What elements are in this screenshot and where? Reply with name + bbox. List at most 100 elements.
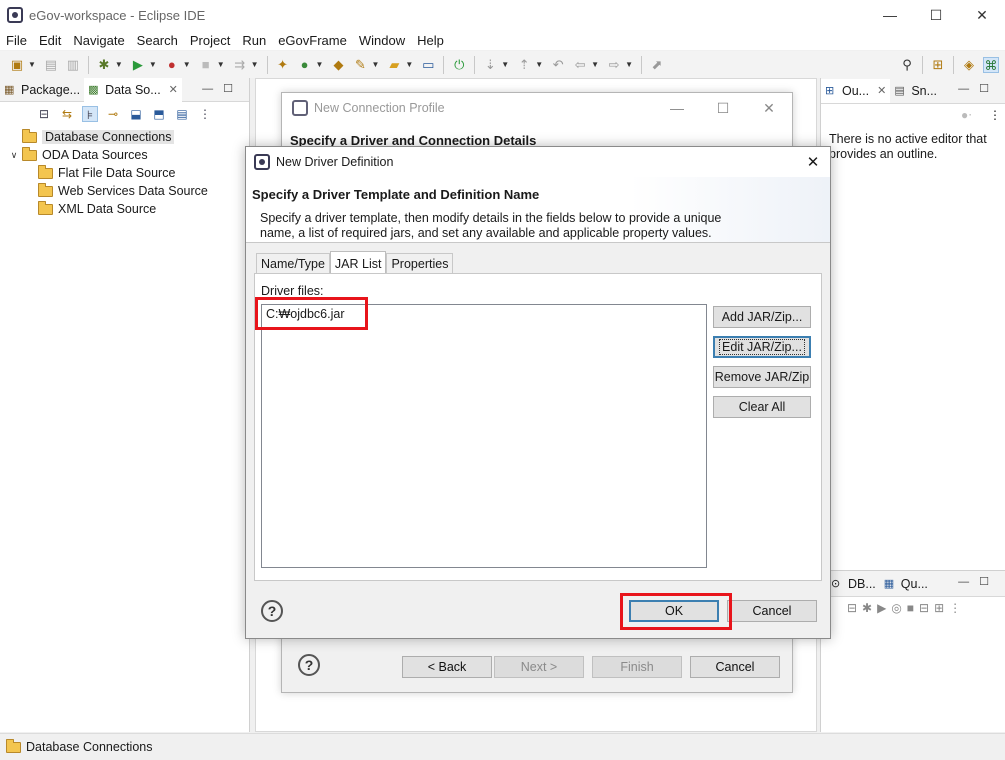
bg-close-button[interactable]: ✕	[746, 93, 792, 123]
java-perspective-icon[interactable]: ◈	[961, 57, 977, 73]
tab-query-label: Qu...	[900, 576, 928, 591]
new-connection-icon[interactable]: ▤	[174, 106, 190, 122]
edit-jar-button[interactable]: Edit JAR/Zip...	[713, 336, 811, 358]
close-window-button[interactable]: ✕	[959, 0, 1005, 30]
prev-annotation-icon[interactable]: ⇡	[516, 57, 532, 73]
folder-icon	[22, 128, 37, 143]
tree-item-label: XML Data Source	[58, 202, 157, 216]
external-tools-icon[interactable]: ●	[164, 57, 180, 73]
new-java-project-icon[interactable]: ✦	[275, 57, 291, 73]
tab-package-explorer[interactable]: ▦ Package...	[0, 78, 84, 102]
close-tab-icon[interactable]: ✕	[169, 83, 178, 96]
tree-item-xml[interactable]: XML Data Source	[0, 200, 249, 218]
save-all-icon[interactable]: ▥	[65, 57, 81, 73]
dialog-close-button[interactable]: ✕	[796, 147, 830, 177]
export-icon[interactable]: ⬒	[151, 106, 167, 122]
menu-project[interactable]: Project	[184, 33, 236, 48]
remove-jar-button[interactable]: Remove JAR/Zip	[713, 366, 811, 388]
import-icon[interactable]: ⬓	[128, 106, 144, 122]
new-class-icon[interactable]: ●	[297, 57, 313, 73]
tab-name-type[interactable]: Name/Type	[256, 253, 330, 274]
collapse-all-icon[interactable]: ⊟	[36, 106, 52, 122]
tab-data-source-explorer[interactable]: ▩ Data So... ✕	[84, 77, 182, 102]
last-edit-icon[interactable]: ↶	[550, 57, 566, 73]
external-dropdown-icon[interactable]: ▼	[183, 60, 191, 69]
next-button[interactable]: Next >	[494, 656, 584, 678]
tree-item-web-services[interactable]: Web Services Data Source	[0, 182, 249, 200]
tab-outline[interactable]: ⊞ Ou... ✕	[821, 78, 891, 103]
bg-maximize-button[interactable]: ☐	[700, 93, 746, 123]
debug-dropdown-icon[interactable]: ▼	[115, 60, 123, 69]
open-type-icon[interactable]: ◆	[330, 57, 346, 73]
view-menu-icon[interactable]: ⋮	[197, 106, 213, 122]
folder-dropdown-icon[interactable]: ▼	[405, 60, 413, 69]
menu-help[interactable]: Help	[411, 33, 450, 48]
clear-all-button[interactable]: Clear All	[713, 396, 811, 418]
deploy-dropdown-icon[interactable]: ▼	[251, 60, 259, 69]
tab-snippets[interactable]: ▤ Sn...	[890, 79, 941, 103]
open-task-icon[interactable]: ✎	[352, 57, 368, 73]
maximize-button[interactable]: ☐	[913, 0, 959, 30]
stop-icon[interactable]: ■	[198, 57, 214, 73]
egov-perspective-icon[interactable]: ⌘	[983, 56, 999, 73]
next-annotation-icon[interactable]: ⇣	[482, 57, 498, 73]
back-dropdown-icon[interactable]: ▼	[591, 60, 599, 69]
bg-minimize-button[interactable]: —	[654, 93, 700, 123]
finish-button[interactable]: Finish	[592, 656, 682, 678]
tree-item-database-connections[interactable]: Database Connections	[0, 128, 249, 146]
toolbar-separator	[266, 55, 268, 74]
back-icon[interactable]: ⇦	[572, 57, 588, 73]
next-annotation-dropdown-icon[interactable]: ▼	[501, 60, 509, 69]
pin-editor-icon[interactable]: ⬈	[649, 57, 665, 73]
show-tree-icon[interactable]: ⊧	[82, 106, 98, 122]
panel-min-max-icon[interactable]: —☐	[202, 82, 243, 95]
help-icon[interactable]: ?	[298, 654, 320, 676]
connect-icon[interactable]: ⊸	[105, 106, 121, 122]
help-icon[interactable]: ?	[261, 600, 283, 622]
monitor-icon[interactable]: ▭	[420, 57, 436, 73]
panel-min-max-icon[interactable]: —☐	[958, 82, 999, 95]
chevron-down-icon[interactable]: ∨	[8, 150, 20, 161]
run-dropdown-icon[interactable]: ▼	[149, 60, 157, 69]
menu-navigate[interactable]: Navigate	[67, 33, 130, 48]
tab-query[interactable]: ▦ Qu...	[880, 572, 932, 596]
view-menu-icon[interactable]: ⋮	[989, 108, 1001, 122]
link-with-editor-icon[interactable]: ⇆	[59, 106, 75, 122]
menu-window[interactable]: Window	[353, 33, 411, 48]
menu-file[interactable]: File	[0, 33, 33, 48]
open-folder-icon[interactable]: ▰	[386, 57, 402, 73]
driver-files-list[interactable]: C:₩ojdbc6.jar	[261, 304, 707, 568]
menu-egovframe[interactable]: eGovFrame	[272, 33, 353, 48]
new-dropdown-icon[interactable]: ▼	[28, 60, 36, 69]
new-class-dropdown-icon[interactable]: ▼	[316, 60, 324, 69]
debug-icon[interactable]: ✱	[96, 57, 112, 73]
tree-item-oda-data-sources[interactable]: ∨ ODA Data Sources	[0, 146, 249, 164]
save-icon[interactable]: ▤	[43, 57, 59, 73]
tree-item-label: Database Connections	[42, 130, 175, 144]
tree-item-flat-file[interactable]: Flat File Data Source	[0, 164, 249, 182]
forward-dropdown-icon[interactable]: ▼	[625, 60, 633, 69]
run-icon[interactable]: ▶	[130, 57, 146, 73]
new-icon[interactable]: ▣	[9, 57, 25, 73]
server-start-icon[interactable]: ⏻	[451, 57, 467, 73]
stop-dropdown-icon[interactable]: ▼	[217, 60, 225, 69]
search-icon[interactable]: ⚲	[899, 57, 915, 73]
minimize-button[interactable]: —	[867, 0, 913, 30]
prev-annotation-dropdown-icon[interactable]: ▼	[535, 60, 543, 69]
back-button[interactable]: < Back	[402, 656, 492, 678]
close-tab-icon[interactable]: ✕	[877, 84, 886, 97]
forward-icon[interactable]: ⇨	[606, 57, 622, 73]
menu-edit[interactable]: Edit	[33, 33, 67, 48]
cancel-button[interactable]: Cancel	[727, 600, 817, 622]
bg-cancel-button[interactable]: Cancel	[690, 656, 780, 678]
tab-properties[interactable]: Properties	[386, 253, 454, 274]
tab-jar-list[interactable]: JAR List	[329, 251, 387, 275]
deploy-icon[interactable]: ⇉	[232, 57, 248, 73]
task-dropdown-icon[interactable]: ▼	[371, 60, 379, 69]
panel-min-max-icon[interactable]: —☐	[958, 575, 999, 588]
add-jar-button[interactable]: Add JAR/Zip...	[713, 306, 811, 328]
menu-search[interactable]: Search	[131, 33, 184, 48]
open-perspective-icon[interactable]: ⊞	[930, 57, 946, 73]
outline-menu-icon[interactable]: ●⋅	[961, 108, 972, 122]
menu-run[interactable]: Run	[236, 33, 272, 48]
